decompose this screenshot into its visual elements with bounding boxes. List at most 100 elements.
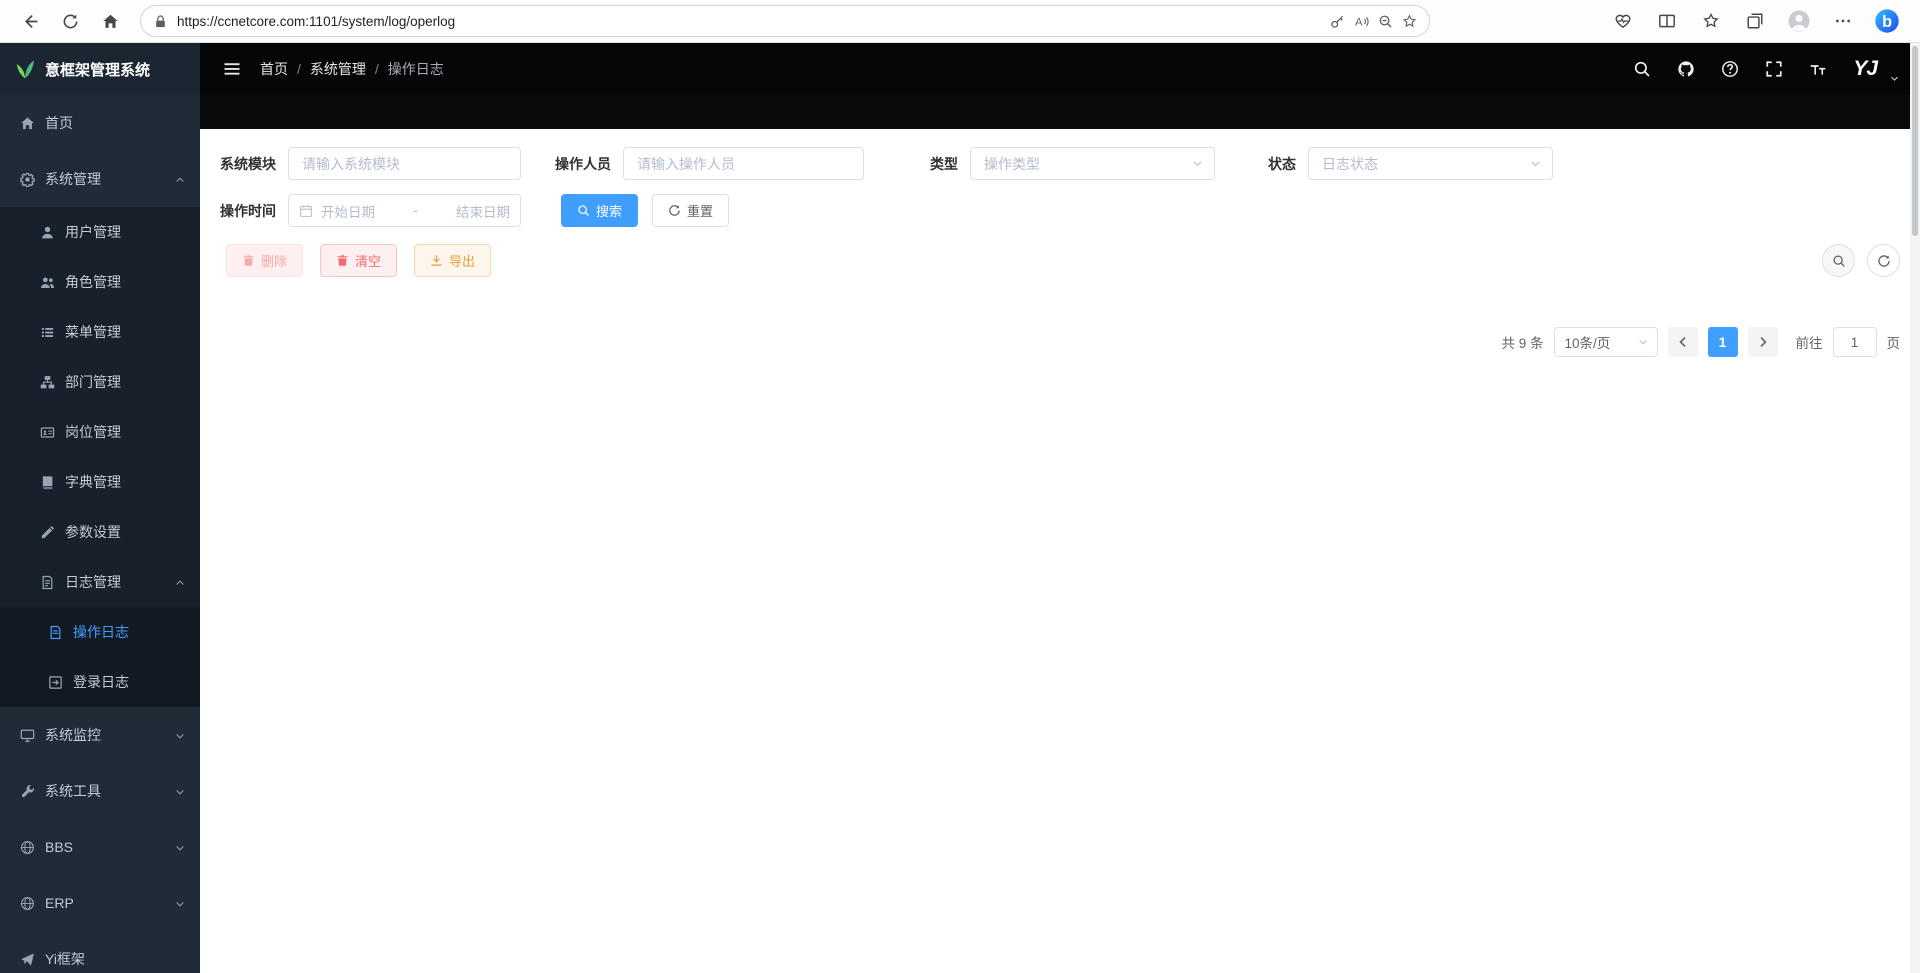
sidebar-item-8[interactable]: 字典管理 bbox=[0, 457, 200, 507]
essentials-icon bbox=[1614, 12, 1632, 30]
sidebar-item-9[interactable]: 参数设置 bbox=[0, 507, 200, 557]
collections-icon bbox=[1746, 12, 1764, 30]
profile-button[interactable] bbox=[1782, 4, 1816, 38]
bing-copilot-button[interactable]: b bbox=[1870, 4, 1904, 38]
refresh-icon bbox=[668, 204, 681, 217]
chevron-up-icon bbox=[174, 576, 186, 588]
zoom-icon[interactable] bbox=[1378, 14, 1393, 29]
operator-input[interactable] bbox=[623, 147, 864, 180]
type-select[interactable]: 操作类型 bbox=[970, 147, 1215, 180]
password-key-icon[interactable] bbox=[1330, 14, 1345, 29]
read-aloud-icon[interactable]: A bbox=[1354, 14, 1369, 29]
page-size-label: 10条/页 bbox=[1565, 332, 1611, 352]
filter-time: 操作时间 开始日期 - 结束日期 bbox=[220, 194, 521, 227]
next-page-button[interactable] bbox=[1748, 327, 1778, 357]
sidebar-item-label: 岗位管理 bbox=[65, 422, 186, 442]
reset-button[interactable]: 重置 bbox=[652, 194, 729, 227]
question-button[interactable] bbox=[1721, 60, 1739, 78]
sidebar-item-17[interactable]: Yi框架 bbox=[0, 931, 200, 973]
sidebar-item-13[interactable]: 系统监控 bbox=[0, 707, 200, 763]
page-1-button[interactable]: 1 bbox=[1708, 327, 1738, 357]
breadcrumb-separator: / bbox=[297, 61, 301, 77]
back-icon bbox=[22, 13, 39, 30]
export-button[interactable]: 导出 bbox=[414, 244, 491, 277]
toggle-search-button[interactable] bbox=[1822, 244, 1855, 277]
collections-button[interactable] bbox=[1738, 4, 1772, 38]
url-text[interactable]: https://ccnetcore.com:1101/system/log/op… bbox=[177, 14, 1321, 29]
lock-icon bbox=[153, 14, 168, 29]
browser-back-button[interactable] bbox=[12, 4, 48, 38]
book-icon bbox=[40, 475, 55, 490]
document-icon bbox=[48, 625, 63, 640]
sidebar-item-7[interactable]: 岗位管理 bbox=[0, 407, 200, 457]
sidebar-item-2[interactable]: 系统管理 bbox=[0, 151, 200, 207]
breadcrumb-separator: / bbox=[375, 61, 379, 77]
status-select[interactable]: 日志状态 bbox=[1308, 147, 1553, 180]
chevron-down-icon bbox=[174, 729, 186, 741]
sidebar-item-label: Yi框架 bbox=[45, 949, 186, 969]
breadcrumb-item-2[interactable]: 系统管理 bbox=[310, 59, 366, 79]
download-icon bbox=[430, 254, 443, 267]
sidebar-item-label: 用户管理 bbox=[65, 222, 186, 242]
module-input[interactable] bbox=[288, 147, 521, 180]
goto-page-input[interactable] bbox=[1833, 327, 1877, 357]
browser-menu-button[interactable] bbox=[1826, 4, 1860, 38]
sidebar-item-4[interactable]: 角色管理 bbox=[0, 257, 200, 307]
refresh-table-button[interactable] bbox=[1867, 244, 1900, 277]
browser-reload-button[interactable] bbox=[52, 4, 88, 38]
fullscreen-button[interactable] bbox=[1765, 60, 1783, 78]
sidebar-item-16[interactable]: ERP bbox=[0, 875, 200, 931]
main-area: 首页/系统管理/操作日志 YJ 系统模块 操作人员 类型 操作类型 bbox=[200, 43, 1920, 973]
sidebar-item-label: 菜单管理 bbox=[65, 322, 186, 342]
sidebar-item-3[interactable]: 用户管理 bbox=[0, 207, 200, 257]
chevron-down-icon[interactable] bbox=[1889, 71, 1900, 82]
browser-essentials-button[interactable] bbox=[1606, 4, 1640, 38]
edit-icon bbox=[40, 525, 55, 540]
gear-icon bbox=[20, 172, 35, 187]
page-size-select[interactable]: 10条/页 bbox=[1554, 327, 1658, 357]
browser-home-button[interactable] bbox=[92, 4, 128, 38]
app-logo[interactable]: 意框架管理系统 bbox=[0, 43, 200, 95]
app-title: 意框架管理系统 bbox=[45, 59, 150, 80]
search-icon bbox=[577, 204, 590, 217]
trash-icon bbox=[242, 254, 255, 267]
sidebar-item-label: 日志管理 bbox=[65, 572, 164, 592]
id-card-icon bbox=[40, 425, 55, 440]
address-bar[interactable]: https://ccnetcore.com:1101/system/log/op… bbox=[140, 5, 1430, 37]
sidebar-item-6[interactable]: 部门管理 bbox=[0, 357, 200, 407]
clear-button[interactable]: 清空 bbox=[320, 244, 397, 277]
clear-button-label: 清空 bbox=[355, 251, 381, 270]
total-count: 共 9 条 bbox=[1501, 332, 1543, 352]
search-button[interactable] bbox=[1633, 60, 1651, 78]
prev-page-button[interactable] bbox=[1668, 327, 1698, 357]
org-tree-icon bbox=[40, 375, 55, 390]
github-button[interactable] bbox=[1677, 60, 1695, 78]
sidebar-item-label: 字典管理 bbox=[65, 472, 186, 492]
tools-icon bbox=[20, 784, 35, 799]
users-icon bbox=[40, 275, 55, 290]
date-range-picker[interactable]: 开始日期 - 结束日期 bbox=[288, 194, 521, 227]
sidebar-item-12[interactable]: 登录日志 bbox=[0, 657, 200, 707]
page-scrollbar[interactable] bbox=[1910, 43, 1920, 973]
font-size-button[interactable] bbox=[1809, 60, 1827, 78]
sidebar-item-15[interactable]: BBS bbox=[0, 819, 200, 875]
more-dots-icon bbox=[1834, 12, 1852, 30]
user-avatar[interactable]: YJ bbox=[1853, 57, 1877, 81]
sidebar-item-5[interactable]: 菜单管理 bbox=[0, 307, 200, 357]
sidebar-item-14[interactable]: 系统工具 bbox=[0, 763, 200, 819]
delete-button[interactable]: 删除 bbox=[226, 244, 303, 277]
chevron-up-icon bbox=[174, 173, 186, 185]
add-favorite-icon[interactable] bbox=[1402, 14, 1417, 29]
sidebar-item-1[interactable]: 首页 bbox=[0, 95, 200, 151]
favorites-button[interactable] bbox=[1694, 4, 1728, 38]
sidebar-toggle-icon[interactable] bbox=[222, 59, 242, 79]
delete-button-label: 删除 bbox=[261, 251, 287, 270]
sidebar-item-11[interactable]: 操作日志 bbox=[0, 607, 200, 657]
sidebar-item-10[interactable]: 日志管理 bbox=[0, 557, 200, 607]
split-screen-button[interactable] bbox=[1650, 4, 1684, 38]
scrollbar-thumb[interactable] bbox=[1912, 46, 1918, 236]
breadcrumb-item-3: 操作日志 bbox=[388, 59, 444, 79]
breadcrumb-item-1[interactable]: 首页 bbox=[260, 59, 288, 79]
search-button[interactable]: 搜索 bbox=[561, 194, 638, 227]
search-button-label: 搜索 bbox=[596, 201, 622, 220]
